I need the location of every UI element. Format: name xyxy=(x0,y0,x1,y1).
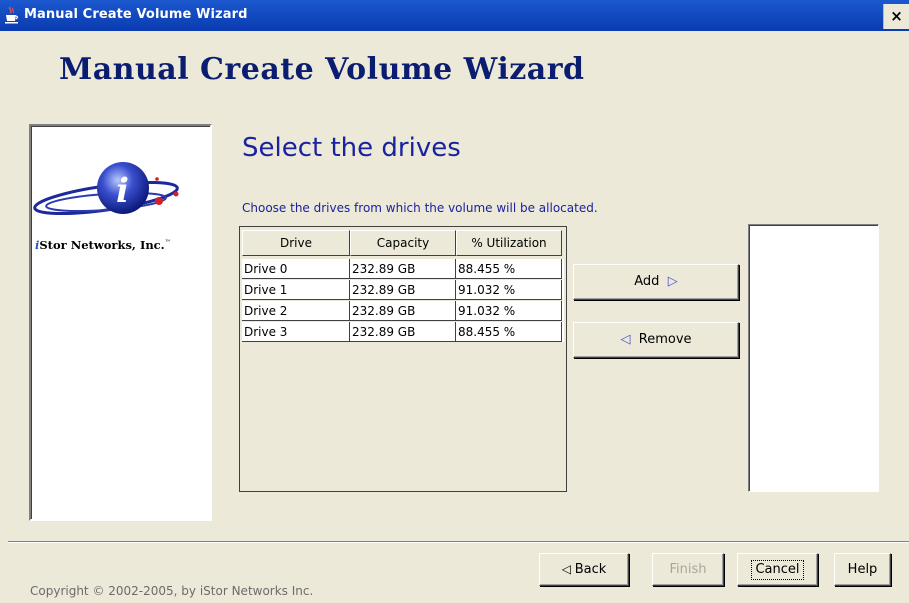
remove-label: Remove xyxy=(638,332,692,347)
remove-button[interactable]: ◁ Remove xyxy=(573,322,739,358)
back-button[interactable]: ◁ Back xyxy=(539,553,629,586)
arrow-left-icon: ◁ xyxy=(620,332,635,347)
cancel-label: Cancel xyxy=(751,560,804,580)
close-button[interactable]: × xyxy=(883,4,909,29)
finish-label: Finish xyxy=(669,562,707,577)
footer-separator xyxy=(8,541,909,543)
cell-utilization: 88.455 % xyxy=(456,322,562,342)
cell-utilization: 91.032 % xyxy=(456,280,562,300)
cell-utilization: 91.032 % xyxy=(456,301,562,321)
step-title: Select the drives xyxy=(242,133,461,163)
istor-globe-logo-icon: i xyxy=(33,162,179,216)
cell-drive: Drive 1 xyxy=(242,280,350,300)
column-header-drive[interactable]: Drive xyxy=(242,230,350,256)
cell-drive: Drive 3 xyxy=(242,322,350,342)
add-button[interactable]: Add ▷ xyxy=(573,264,739,300)
window-titlebar[interactable]: Manual Create Volume Wizard × xyxy=(0,0,909,31)
cell-capacity: 232.89 GB xyxy=(350,259,456,279)
cell-drive: Drive 2 xyxy=(242,301,350,321)
cancel-button[interactable]: Cancel xyxy=(737,553,818,586)
cell-drive: Drive 0 xyxy=(242,259,350,279)
table-row[interactable]: Drive 1 232.89 GB 91.032 % xyxy=(242,280,564,300)
svg-text:i: i xyxy=(116,171,129,211)
window-title: Manual Create Volume Wizard xyxy=(24,7,248,22)
java-cup-icon xyxy=(4,6,20,24)
cell-capacity: 232.89 GB xyxy=(350,322,456,342)
step-description: Choose the drives from which the volume … xyxy=(242,201,598,215)
table-row[interactable]: Drive 0 232.89 GB 88.455 % xyxy=(242,259,564,279)
add-label: Add xyxy=(634,274,660,289)
cell-utilization: 88.455 % xyxy=(456,259,562,279)
logo-panel: i iStor Networks, Inc.™ xyxy=(29,124,212,521)
column-header-utilization[interactable]: % Utilization xyxy=(456,230,562,256)
cell-capacity: 232.89 GB xyxy=(350,301,456,321)
cell-capacity: 232.89 GB xyxy=(350,280,456,300)
column-header-capacity[interactable]: Capacity xyxy=(350,230,456,256)
wizard-heading: Manual Create Volume Wizard xyxy=(59,52,585,87)
table-row[interactable]: Drive 2 232.89 GB 91.032 % xyxy=(242,301,564,321)
back-arrow-icon: ◁ xyxy=(561,562,575,576)
drive-table[interactable]: Drive Capacity % Utilization Drive 0 232… xyxy=(239,226,567,492)
help-button[interactable]: Help xyxy=(834,553,891,586)
back-label: Back xyxy=(574,562,607,577)
help-label: Help xyxy=(847,562,878,577)
arrow-right-icon: ▷ xyxy=(663,274,678,289)
company-name: iStor Networks, Inc.™ xyxy=(35,238,171,252)
copyright-text: Copyright © 2002-2005, by iStor Networks… xyxy=(30,584,314,598)
table-row[interactable]: Drive 3 232.89 GB 88.455 % xyxy=(242,322,564,342)
selected-drives-list[interactable] xyxy=(748,224,879,492)
finish-button[interactable]: Finish xyxy=(652,553,724,586)
